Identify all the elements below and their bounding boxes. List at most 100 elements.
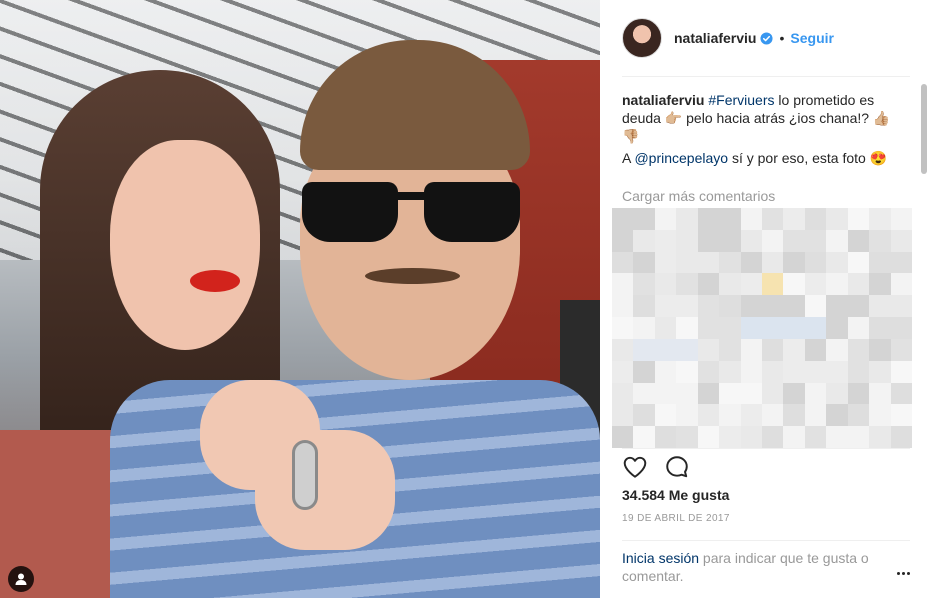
comment-icon[interactable] (664, 454, 690, 480)
pixel-block (697, 208, 720, 230)
pixel-block (847, 317, 870, 339)
caption-hashtag[interactable]: #Ferviuers (708, 92, 774, 108)
pixel-block (783, 229, 805, 252)
pixel-block (633, 404, 655, 427)
pixel-block (783, 295, 805, 318)
pixel-block (697, 273, 720, 296)
pixel-block (676, 360, 698, 383)
pixel-block (719, 251, 741, 274)
pixel-block (890, 208, 912, 230)
caption-username[interactable]: nataliaferviu (622, 92, 704, 108)
caption-prefix: A (622, 150, 635, 166)
more-options-icon[interactable] (893, 566, 913, 580)
pixel-block (826, 426, 848, 448)
pixel-block (740, 426, 762, 448)
pixel-block (847, 426, 870, 448)
pixel-block (826, 273, 848, 296)
pixel-block (676, 273, 698, 296)
pixel-block (654, 404, 677, 427)
pixel-block (869, 317, 891, 339)
pixel-block (826, 251, 848, 274)
pixel-block (612, 251, 634, 274)
pixel-block (740, 317, 762, 339)
pixel-block (697, 229, 720, 252)
likes-count[interactable]: 34.584 Me gusta (622, 487, 729, 503)
pixel-block (762, 360, 784, 383)
photo-hand-ring (255, 430, 395, 550)
avatar[interactable] (622, 18, 662, 58)
pixel-block (826, 338, 848, 361)
post-photo[interactable] (0, 0, 600, 598)
pixel-block (633, 360, 655, 383)
caption-mention[interactable]: @princepelayo (634, 150, 728, 166)
pixel-block (783, 208, 805, 230)
comments-scrollbar[interactable] (920, 76, 928, 446)
options-dot (906, 571, 910, 575)
post-header: nataliaferviu • Seguir (622, 18, 834, 58)
photo-woman-face (110, 140, 260, 350)
heart-icon[interactable] (622, 454, 648, 480)
pixel-block (804, 338, 827, 361)
pixel-block (869, 360, 891, 383)
pixel-block (633, 382, 655, 405)
pixel-block (697, 317, 720, 339)
pixel-block (676, 426, 698, 448)
pixel-block (847, 295, 870, 318)
pixel-block (869, 273, 891, 296)
pixel-block (676, 251, 698, 274)
pixel-block (783, 360, 805, 383)
pixel-block (654, 426, 677, 448)
login-link[interactable]: Inicia sesión (622, 550, 699, 566)
pixel-block (719, 360, 741, 383)
pixel-block (804, 251, 827, 274)
load-more-comments-button[interactable]: Cargar más comentarios (622, 188, 775, 204)
pixel-block (633, 208, 655, 230)
options-dot (901, 571, 905, 575)
pixel-block (826, 295, 848, 318)
pixel-block (826, 360, 848, 383)
pixel-block (697, 426, 720, 448)
pixel-block (740, 208, 762, 230)
pixel-block (740, 273, 762, 296)
scrollbar-thumb[interactable] (921, 84, 927, 174)
post-actions (622, 454, 690, 480)
pixelated-comments-area (612, 208, 912, 448)
pixel-block (612, 317, 634, 339)
pixel-block (740, 404, 762, 427)
pixel-block (633, 426, 655, 448)
pixel-block (890, 338, 912, 361)
pixel-block (654, 360, 677, 383)
follow-button[interactable]: Seguir (790, 30, 834, 46)
pixel-block (654, 208, 677, 230)
pixel-block (847, 382, 870, 405)
actions-divider (622, 448, 910, 449)
user-tag-button[interactable] (8, 566, 34, 592)
pixel-block (783, 404, 805, 427)
pixel-block (762, 426, 784, 448)
pixel-block (633, 317, 655, 339)
verified-badge-icon (760, 31, 774, 45)
pixel-block (890, 382, 912, 405)
options-dot (896, 571, 900, 575)
pixel-block (633, 251, 655, 274)
pixel-block (719, 295, 741, 318)
post-date[interactable]: 19 DE ABRIL DE 2017 (622, 513, 730, 524)
pixel-block (783, 338, 805, 361)
caption-line-2: A @princepelayo sí y por eso, esta foto … (622, 149, 892, 167)
pixel-block (612, 404, 634, 427)
pixel-block (826, 208, 848, 230)
pixel-block (869, 426, 891, 448)
header-username[interactable]: nataliaferviu (674, 30, 756, 46)
pixel-block (890, 295, 912, 318)
pixel-block (654, 229, 677, 252)
pixel-block (676, 208, 698, 230)
pixel-block (847, 338, 870, 361)
pixel-block (654, 382, 677, 405)
pixel-block (890, 360, 912, 383)
pixel-block (612, 360, 634, 383)
caption-text-2: sí y por eso, esta foto 😍 (728, 150, 888, 166)
photo-ring (292, 440, 318, 510)
pixel-block (740, 251, 762, 274)
pixel-block (612, 338, 634, 361)
pixel-block (804, 426, 827, 448)
